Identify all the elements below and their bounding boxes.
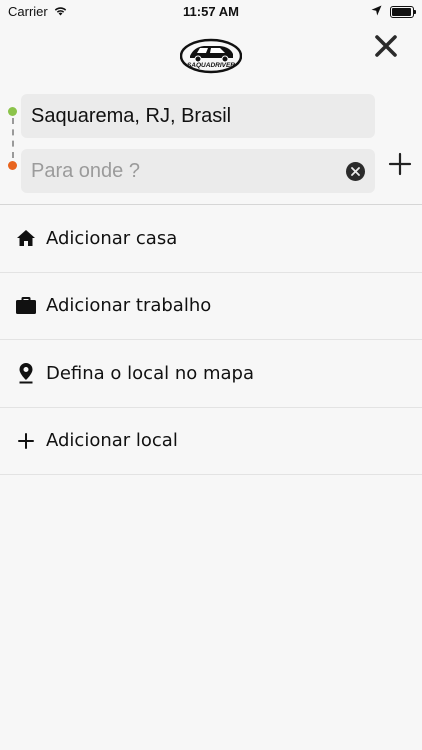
battery-fill bbox=[392, 7, 411, 16]
plus-icon bbox=[0, 432, 46, 449]
brand-logo: SAQUADRIVER bbox=[179, 36, 243, 76]
clear-icon bbox=[351, 167, 360, 176]
add-home-label: Adicionar casa bbox=[46, 227, 178, 249]
close-button[interactable] bbox=[370, 30, 402, 62]
location-pin-icon bbox=[0, 362, 46, 384]
add-place-label: Adicionar local bbox=[46, 430, 178, 452]
add-home-item[interactable]: Adicionar casa bbox=[0, 205, 422, 273]
saved-places-list: Adicionar casa Adicionar trabalho Defina… bbox=[0, 205, 422, 475]
set-location-on-map-label: Defina o local no mapa bbox=[46, 362, 254, 384]
battery-icon bbox=[390, 5, 416, 18]
home-icon bbox=[0, 229, 46, 247]
origin-field[interactable]: Saquarema, RJ, Brasil bbox=[21, 94, 375, 138]
plus-icon bbox=[388, 152, 412, 176]
destination-dot bbox=[8, 161, 17, 170]
add-place-item[interactable]: Adicionar local bbox=[0, 408, 422, 475]
clear-destination-button[interactable] bbox=[346, 162, 365, 181]
status-bar: Carrier 11:57 AM bbox=[0, 0, 422, 24]
add-work-label: Adicionar trabalho bbox=[46, 295, 212, 317]
add-stop-button[interactable] bbox=[388, 152, 412, 176]
set-location-on-map-item[interactable]: Defina o local no mapa bbox=[0, 340, 422, 408]
destination-field[interactable] bbox=[21, 149, 375, 193]
add-work-item[interactable]: Adicionar trabalho bbox=[0, 273, 422, 340]
route-connector-line bbox=[12, 118, 14, 158]
route-inputs: Saquarema, RJ, Brasil bbox=[0, 92, 422, 204]
status-right bbox=[371, 4, 416, 19]
destination-input[interactable] bbox=[31, 159, 341, 183]
status-time: 11:57 AM bbox=[183, 4, 239, 19]
origin-dot bbox=[8, 107, 17, 116]
logo-text: SAQUADRIVER bbox=[187, 62, 235, 69]
origin-value: Saquarema, RJ, Brasil bbox=[31, 104, 232, 127]
header: SAQUADRIVER bbox=[0, 24, 422, 88]
location-arrow-icon bbox=[371, 4, 382, 19]
briefcase-icon bbox=[0, 296, 46, 315]
close-icon bbox=[375, 35, 397, 57]
